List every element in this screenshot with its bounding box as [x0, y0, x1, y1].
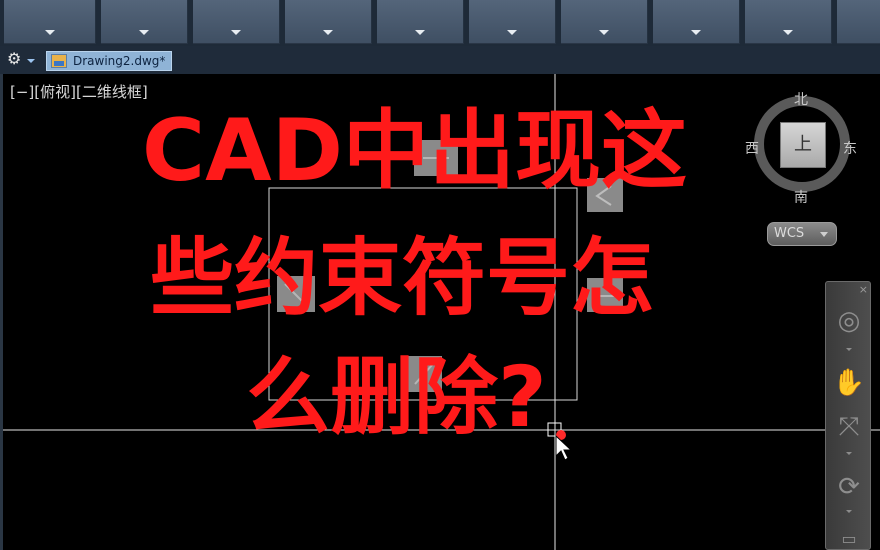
wcs-label: WCS: [774, 226, 805, 241]
ribbon-panel-edge: [837, 0, 880, 44]
chevron-down-icon: [820, 232, 828, 237]
chevron-down-icon: [44, 30, 55, 35]
showmotion-icon[interactable]: ▭: [832, 522, 866, 550]
chevron-down-icon[interactable]: [846, 510, 852, 513]
viewport-controls-label[interactable]: [−][俯视][二维线框]: [10, 81, 148, 102]
chevron-down-icon: [599, 30, 609, 35]
ribbon-panel-dropdown[interactable]: [193, 0, 280, 44]
chevron-down-icon: [507, 30, 517, 35]
chevron-down-icon: [783, 30, 793, 35]
overlay-title-line1: CAD中出现这: [142, 101, 688, 201]
viewcube-top-face[interactable]: 上: [780, 122, 826, 168]
chevron-down-icon[interactable]: [27, 59, 35, 63]
close-icon[interactable]: ×: [859, 283, 868, 296]
file-tab-bar: ⚙ Drawing2.dwg*: [0, 46, 880, 74]
orbit-icon[interactable]: ⟳: [832, 470, 866, 504]
drawing-file-icon: [51, 54, 67, 68]
chevron-down-icon: [415, 30, 425, 35]
chevron-down-icon: [323, 30, 333, 35]
overlay-title-line2: 些约束符号怎: [150, 229, 655, 327]
chevron-down-icon: [139, 30, 149, 35]
ribbon-panel-dropdown[interactable]: [653, 0, 740, 44]
ribbon-panel-dropdown[interactable]: [101, 0, 188, 44]
overlay-title-line3: 么删除?: [246, 348, 547, 446]
chevron-down-icon[interactable]: [846, 348, 852, 351]
chevron-down-icon: [691, 30, 701, 35]
compass-north[interactable]: 北: [794, 89, 808, 109]
wcs-dropdown[interactable]: WCS: [767, 222, 837, 246]
ribbon-panel-dropdown[interactable]: [4, 0, 96, 44]
ribbon-panel-dropdown[interactable]: [285, 0, 372, 44]
zoom-icon[interactable]: ⤧: [832, 410, 866, 444]
chevron-down-icon[interactable]: [846, 452, 852, 455]
mouse-pointer-icon: [555, 434, 573, 461]
chevron-down-icon: [231, 30, 241, 35]
file-tab-label: Drawing2.dwg*: [73, 54, 166, 68]
compass-south[interactable]: 南: [794, 187, 808, 207]
ribbon-panel-dropdown[interactable]: [561, 0, 648, 44]
gear-icon[interactable]: ⚙: [7, 51, 21, 67]
ribbon-panel-dropdown[interactable]: [745, 0, 832, 44]
steering-wheel-icon[interactable]: ◎: [832, 304, 866, 338]
ribbon-panel-dropdown[interactable]: [469, 0, 556, 44]
compass-east[interactable]: 东: [843, 138, 857, 158]
ribbon: [0, 0, 880, 46]
ribbon-panel-dropdown[interactable]: [377, 0, 464, 44]
file-tab[interactable]: Drawing2.dwg*: [46, 51, 172, 71]
pan-icon[interactable]: ✋: [832, 366, 866, 400]
navigation-bar: × ◎ ✋ ⤧ ⟳ ▭: [825, 281, 871, 550]
compass-west[interactable]: 西: [745, 138, 759, 158]
